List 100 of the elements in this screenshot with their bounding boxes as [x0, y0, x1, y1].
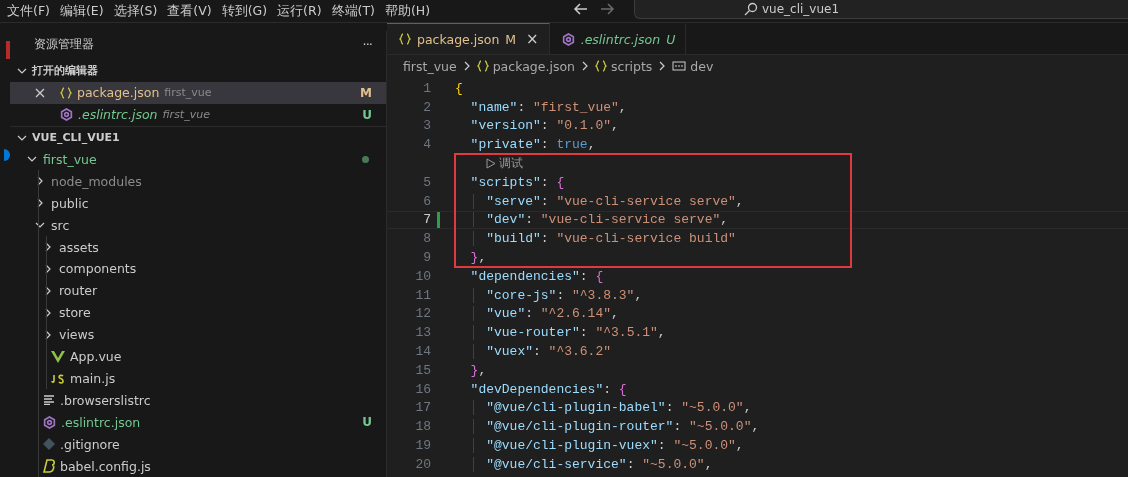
lines-icon: [43, 395, 55, 406]
line-number: 5: [423, 174, 431, 190]
folder-label: first_vue: [164, 86, 212, 100]
file-name: assets: [59, 239, 99, 255]
code-line: "vuex": "^3.6.2": [486, 344, 612, 360]
folder-item[interactable]: store: [10, 301, 386, 324]
code-line: "version": "0.1.0",: [470, 118, 619, 134]
more-actions[interactable]: ···: [362, 37, 372, 53]
line-number: 3: [423, 118, 431, 134]
js-icon: [51, 373, 65, 384]
breadcrumb-item[interactable]: package.json: [492, 58, 575, 74]
file-name: .gitignore: [60, 436, 120, 452]
line-number: 10: [415, 268, 431, 284]
hexagon-icon: [60, 108, 73, 122]
file-item[interactable]: .browserslistrc: [10, 389, 386, 412]
file-name: first_vue: [43, 151, 97, 167]
menu-item[interactable]: 转到(G): [216, 2, 273, 20]
folder-item[interactable]: views: [10, 323, 386, 346]
breadcrumb-item[interactable]: scripts: [611, 58, 653, 74]
code-line: },: [470, 362, 487, 378]
menu-item[interactable]: 帮助(H): [379, 2, 436, 20]
code-line: "@vue/cli-plugin-vuex": "~5.0.0",: [486, 438, 744, 454]
line-number: 9: [423, 250, 431, 266]
tab-title: .eslintrc.json: [580, 31, 661, 47]
git-status-letter: U: [362, 415, 372, 430]
code-line: "devDependencies": {: [470, 381, 627, 397]
file-name: .browserslistrc: [60, 392, 151, 408]
code-line: },: [470, 250, 487, 266]
line-number: 4: [423, 137, 431, 153]
breadcrumb-item[interactable]: dev: [690, 58, 714, 74]
folder-item[interactable]: components: [10, 258, 386, 280]
open-editor-item[interactable]: .eslintrc.json first_vue U: [10, 103, 386, 126]
git-status-letter: M: [505, 31, 517, 47]
file-name: components: [59, 261, 137, 277]
file-name: main.js: [70, 371, 116, 386]
line-number: 16: [415, 381, 431, 397]
line-number: 8: [423, 231, 431, 247]
menu-item[interactable]: 查看(V): [162, 2, 217, 20]
code-line: "serve": "vue-cli-service serve",: [486, 193, 744, 209]
file-item[interactable]: .eslintrc.json U: [10, 411, 386, 434]
search-icon: [744, 2, 758, 16]
file-item[interactable]: main.js: [10, 367, 386, 390]
search-field[interactable]: vue_cli_vue1: [634, 0, 1128, 19]
line-number: 13: [415, 325, 431, 341]
line-number: 17: [415, 400, 431, 416]
file-name: App.vue: [70, 349, 122, 365]
line-number: 14: [415, 344, 431, 360]
braces-icon: [476, 60, 489, 72]
close-icon[interactable]: ×: [526, 30, 539, 48]
code-line: "@vue/cli-service": "~5.0.0",: [486, 456, 713, 472]
file-name: router: [59, 283, 98, 299]
section-header[interactable]: 打开的编辑器: [10, 58, 386, 82]
code-line: "private": true,: [470, 137, 596, 153]
menu-item[interactable]: 运行(R): [272, 2, 327, 20]
braces-icon: [60, 86, 72, 99]
line-number: 7: [423, 212, 431, 228]
breadcrumb-item[interactable]: first_vue: [403, 58, 457, 74]
folder-item[interactable]: router: [10, 279, 386, 302]
file-item[interactable]: App.vue: [10, 345, 386, 368]
line-number: 19: [415, 438, 431, 454]
editor-tab[interactable]: package.json M ×: [387, 23, 550, 54]
file-name: package.json: [77, 85, 160, 101]
code-line: "scripts": {: [470, 174, 565, 190]
line-number: 20: [415, 456, 431, 472]
section-header[interactable]: VUE_CLI_VUE1: [10, 125, 386, 149]
git-status-letter: M: [360, 85, 372, 100]
close-icon[interactable]: [34, 86, 46, 99]
folder-item[interactable]: public: [10, 192, 386, 215]
braces-icon: [399, 33, 411, 45]
folder-label: first_vue: [162, 108, 210, 122]
code-line: {: [455, 80, 463, 96]
badge-icon: [4, 149, 10, 161]
v-logo-icon: [51, 350, 65, 363]
line-number: 18: [415, 419, 431, 435]
line-number: 11: [415, 287, 431, 303]
menu-item[interactable]: 编辑(E): [54, 2, 109, 20]
debug-codelens[interactable]: 调试: [486, 156, 524, 172]
menu-item[interactable]: 终端(T): [326, 2, 380, 20]
folder-item[interactable]: assets: [10, 236, 386, 259]
key-icon: [672, 60, 687, 72]
file-name: store: [59, 305, 91, 321]
file-name: public: [51, 195, 89, 211]
code-line: "vue": "^2.6.14",: [486, 306, 619, 322]
back-arrow-icon[interactable]: [573, 1, 590, 17]
file-name: .eslintrc.json: [78, 107, 158, 123]
forward-arrow-icon[interactable]: [599, 1, 616, 17]
menu-item[interactable]: 文件(F): [2, 2, 55, 20]
open-editor-item[interactable]: package.json first_vue M: [10, 81, 386, 104]
folder-item[interactable]: src: [10, 214, 386, 237]
file-name: views: [59, 327, 95, 343]
folder-item[interactable]: node_modules: [10, 170, 386, 193]
folder-item[interactable]: first_vue: [10, 148, 386, 171]
file-item[interactable]: babel.config.js: [10, 455, 386, 477]
file-item[interactable]: .gitignore: [10, 433, 386, 456]
menu-item[interactable]: 选择(S): [108, 2, 163, 20]
code-line: "dependencies": {: [470, 268, 604, 284]
code-line: "name": "first_vue",: [470, 99, 627, 115]
code-line: "@vue/cli-plugin-babel": "~5.0.0",: [486, 400, 752, 416]
play-icon: [486, 158, 497, 170]
line-number: 6: [423, 193, 431, 209]
